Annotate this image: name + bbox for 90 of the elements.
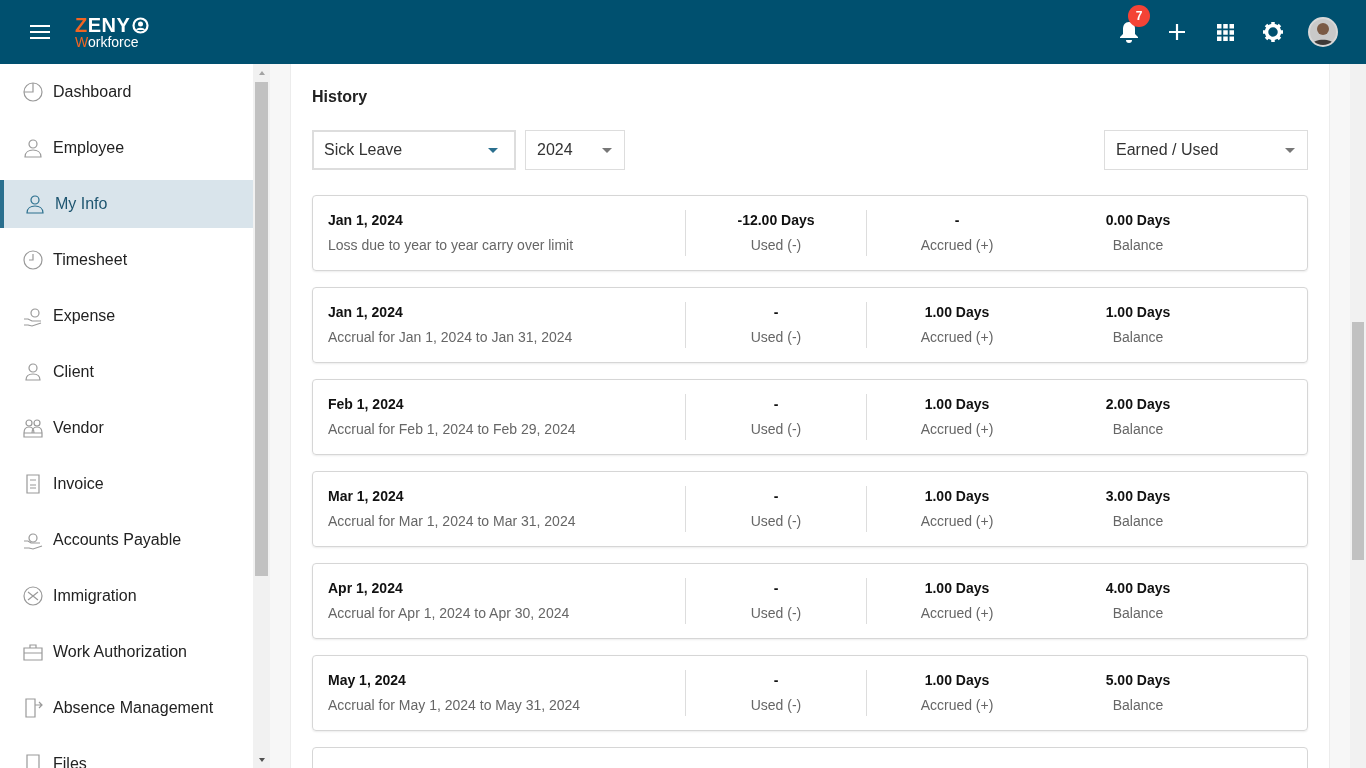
settings-icon	[1263, 22, 1283, 42]
sidebar-item[interactable]: Dashboard	[0, 68, 253, 116]
person-icon	[22, 361, 44, 383]
used-label: Used (-)	[750, 512, 802, 531]
sidebar-item[interactable]: Accounts Payable	[0, 516, 253, 564]
record-description: Accrual for Mar 1, 2024 to Mar 31, 2024	[328, 512, 577, 531]
used-amount: -	[773, 303, 779, 322]
record-date: Feb 1, 2024	[328, 395, 405, 414]
balance-amount: 4.00 Days	[1105, 579, 1171, 598]
person-icon	[22, 137, 44, 159]
record-description: Accrual for May 1, 2024 to May 31, 2024	[328, 696, 582, 715]
sidebar-item[interactable]: Absence Management	[0, 684, 253, 732]
used-amount: -12.00 Days	[737, 211, 815, 230]
pie-chart-icon	[22, 81, 44, 103]
balance-amount: 0.00 Days	[1105, 211, 1171, 230]
door-exit-icon	[22, 697, 44, 719]
used-label: Used (-)	[750, 696, 802, 715]
accrued-amount: 1.00 Days	[924, 579, 990, 598]
menu-icon	[30, 24, 50, 40]
caret-icon	[602, 147, 612, 153]
record-description: Accrual for Jan 1, 2024 to Jan 31, 2024	[328, 328, 574, 347]
sidebar-item[interactable]: Timesheet	[0, 236, 253, 284]
accrued-label: Accrued (+)	[920, 420, 994, 439]
balance-label: Balance	[1112, 420, 1164, 439]
sidebar-scrollbar[interactable]	[253, 64, 270, 768]
balance-amount: 3.00 Days	[1105, 487, 1171, 506]
briefcase-icon	[22, 641, 44, 663]
section-title: History	[312, 87, 369, 107]
caret-icon	[1285, 147, 1295, 153]
used-amount: -	[773, 395, 779, 414]
accrued-label: Accrued (+)	[920, 512, 994, 531]
accrued-amount: 1.00 Days	[924, 671, 990, 690]
plus-icon	[1169, 24, 1185, 40]
logo[interactable]: ZENY Workforce	[75, 15, 150, 49]
record-date: Jan 1, 2024	[328, 211, 404, 230]
accrued-label: Accrued (+)	[920, 604, 994, 623]
used-amount: -	[773, 579, 779, 598]
sidebar-item[interactable]: Expense	[0, 292, 253, 340]
balance-amount: 2.00 Days	[1105, 395, 1171, 414]
balance-amount: 1.00 Days	[1105, 303, 1171, 322]
balance-label: Balance	[1112, 236, 1164, 255]
used-amount: -	[773, 671, 779, 690]
caret-icon	[488, 147, 498, 153]
record-description: Loss due to year to year carry over limit	[328, 236, 575, 255]
notification-badge: 7	[1128, 5, 1150, 27]
record-date: Mar 1, 2024	[328, 487, 405, 506]
used-label: Used (-)	[750, 236, 802, 255]
logo-subtitle: Workforce	[75, 35, 140, 49]
accrued-amount: -	[954, 211, 960, 230]
accrued-label: Accrued (+)	[920, 696, 994, 715]
sidebar-item[interactable]: My Info	[0, 180, 253, 228]
record-description: Accrual for Feb 1, 2024 to Feb 29, 2024	[328, 420, 577, 439]
used-label: Used (-)	[750, 604, 802, 623]
accrued-amount: 1.00 Days	[924, 303, 990, 322]
record-description: Accrual for Apr 1, 2024 to Apr 30, 2024	[328, 604, 571, 623]
page-scrollbar[interactable]	[1350, 64, 1366, 768]
balance-label: Balance	[1112, 604, 1164, 623]
sidebar-item[interactable]: Vendor	[0, 404, 253, 452]
grid-icon	[1216, 23, 1234, 41]
record-date: May 1, 2024	[328, 671, 407, 690]
clock-icon	[22, 249, 44, 271]
sidebar-item[interactable]: Client	[0, 348, 253, 396]
accrued-label: Accrued (+)	[920, 236, 994, 255]
logo-text: ZENY	[75, 15, 131, 35]
view-dropdown[interactable]: Earned / Used	[1104, 130, 1308, 170]
person-icon	[24, 193, 46, 215]
sidebar-item[interactable]: Immigration	[0, 572, 253, 620]
logo-icon	[132, 16, 150, 34]
accrued-label: Accrued (+)	[920, 328, 994, 347]
bell-icon	[1119, 21, 1139, 43]
balance-amount: 5.00 Days	[1105, 671, 1171, 690]
sidebar-item[interactable]: Employee	[0, 124, 253, 172]
accrued-amount: 1.00 Days	[924, 487, 990, 506]
people-icon	[22, 417, 44, 439]
accrued-amount: 1.00 Days	[924, 395, 990, 414]
sidebar-item[interactable]: Invoice	[0, 460, 253, 508]
balance-label: Balance	[1112, 512, 1164, 531]
used-label: Used (-)	[750, 328, 802, 347]
used-amount: -	[773, 487, 779, 506]
leave-type-dropdown[interactable]: Sick Leave	[312, 130, 516, 170]
avatar-button[interactable]	[1308, 17, 1338, 47]
used-label: Used (-)	[750, 420, 802, 439]
balance-label: Balance	[1112, 696, 1164, 715]
settings-button[interactable]	[1260, 19, 1286, 45]
record-date: Jan 1, 2024	[328, 303, 404, 322]
balance-label: Balance	[1112, 328, 1164, 347]
record-date: Apr 1, 2024	[328, 579, 404, 598]
sidebar-item[interactable]: Work Authorization	[0, 628, 253, 676]
hand-coin-icon	[22, 305, 44, 327]
year-dropdown[interactable]: 2024	[525, 130, 625, 170]
